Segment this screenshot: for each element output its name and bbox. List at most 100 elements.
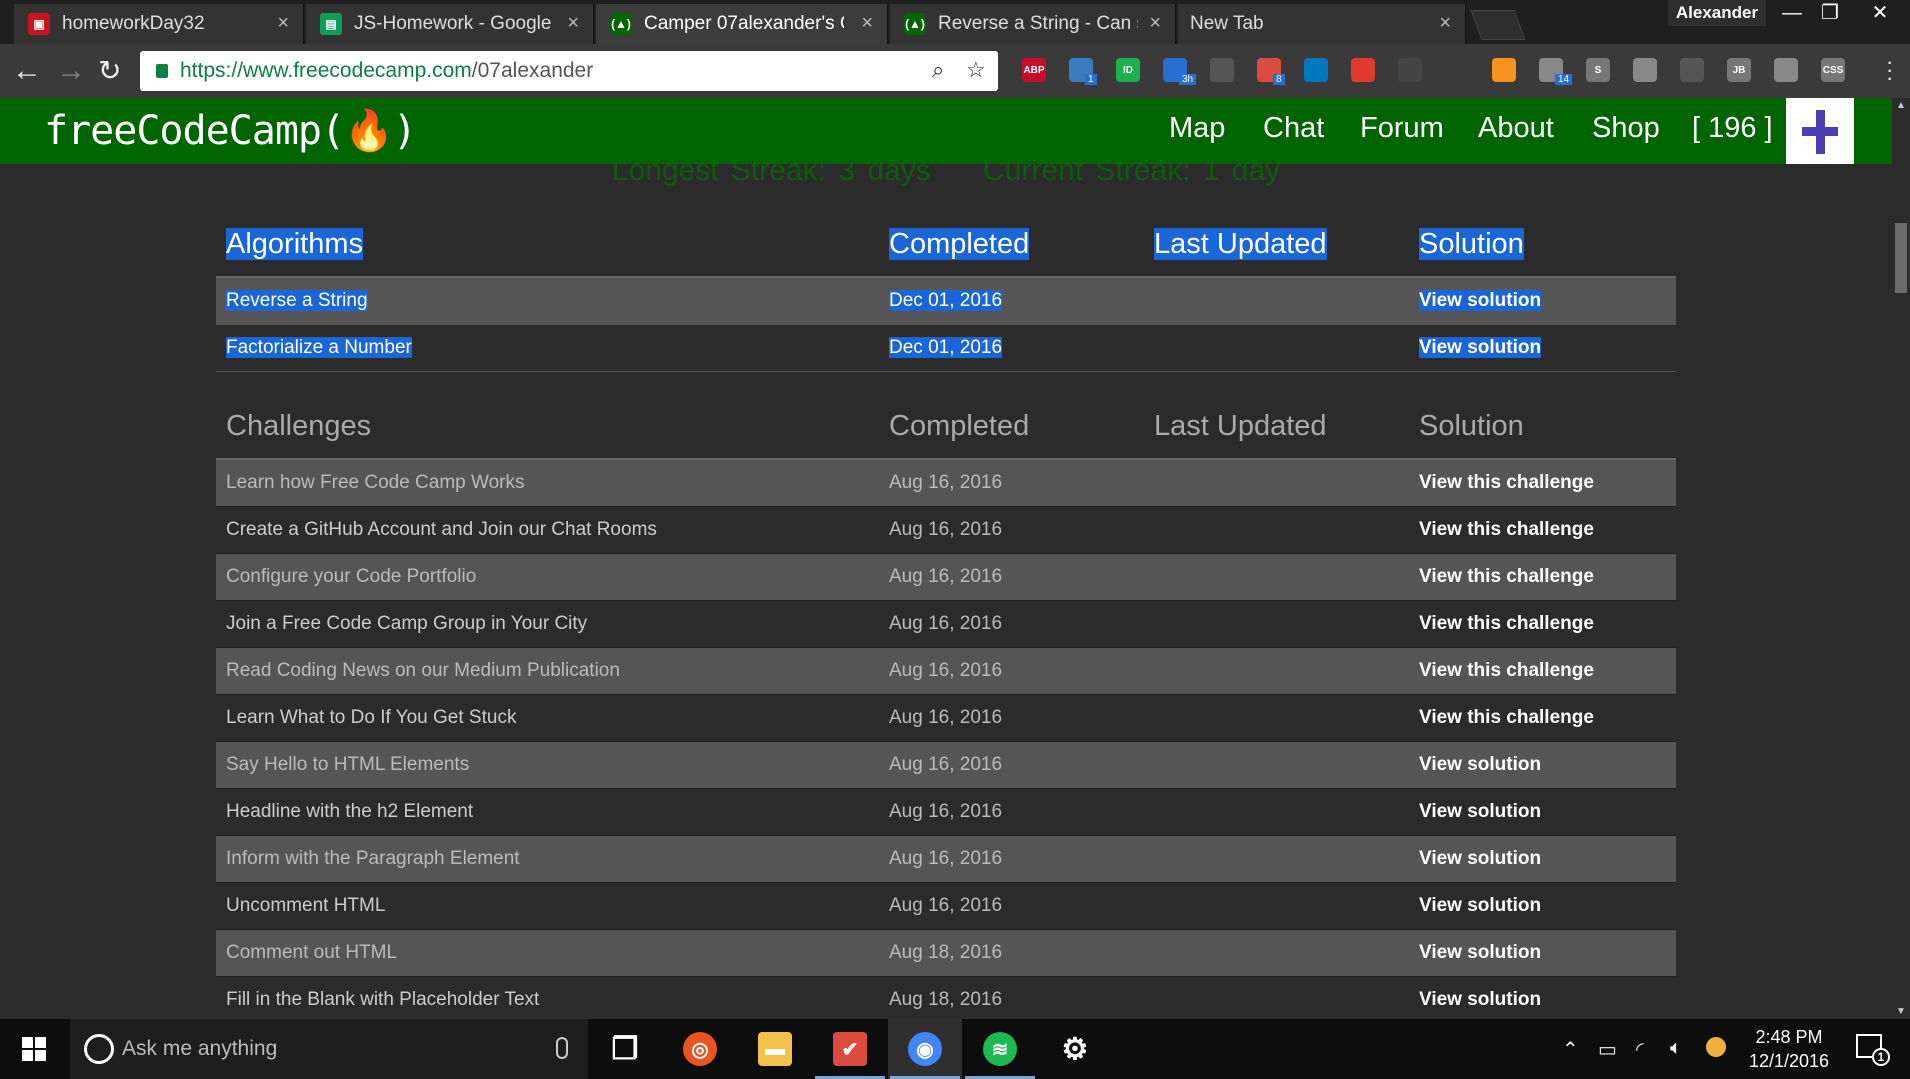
row-solution-link[interactable]: View this challenge <box>1419 472 1594 494</box>
volume-icon[interactable]: 🔈︎ <box>1670 1037 1682 1060</box>
row-solution-link[interactable]: View solution <box>1419 290 1542 312</box>
close-icon[interactable]: × <box>1439 12 1451 35</box>
close-icon[interactable]: × <box>1149 12 1161 35</box>
css-icon[interactable]: CSS <box>1821 58 1845 82</box>
cortana-search[interactable] <box>70 1019 588 1079</box>
nav-about[interactable]: About <box>1478 112 1554 145</box>
row-solution-link[interactable]: View this challenge <box>1419 613 1594 635</box>
microphone-icon[interactable] <box>556 1037 568 1059</box>
close-icon[interactable]: × <box>861 12 873 35</box>
tab-2[interactable]: (▲) Camper 07alexander's Co × <box>596 4 888 44</box>
lock-icon <box>156 64 168 78</box>
row-solution-link[interactable]: View solution <box>1419 848 1541 870</box>
row-solution-link[interactable]: View this challenge <box>1419 519 1594 541</box>
reload-icon[interactable]: ↻ <box>98 54 121 88</box>
close-icon[interactable]: × <box>277 12 289 35</box>
chevron-up-icon[interactable]: ⌃ <box>1562 1037 1579 1062</box>
row-name: Say Hello to HTML Elements <box>226 754 470 775</box>
clock[interactable]: 2:48 PM 12/1/2016 <box>1734 1025 1844 1073</box>
jb-icon[interactable]: JB <box>1727 58 1751 82</box>
play-ext-icon[interactable] <box>1492 58 1516 82</box>
ubuntu-taskbar-button[interactable]: ◎ <box>663 1019 737 1079</box>
nav-chat[interactable]: Chat <box>1263 112 1324 145</box>
row-completed-text: Dec 01, 2016 <box>889 337 1003 358</box>
row-solution-link[interactable]: View solution <box>1419 801 1541 823</box>
scroll-down-icon[interactable]: ▼ <box>1896 1006 1906 1017</box>
tab-4[interactable]: New Tab × <box>1178 4 1466 44</box>
header-completed: Completed <box>889 410 1030 442</box>
cast-screen-icon[interactable] <box>1445 58 1469 82</box>
page-scrollbar[interactable]: ▲ ▼ <box>1892 98 1910 1019</box>
nav-map[interactable]: Map <box>1169 112 1225 145</box>
forward-icon[interactable]: → <box>56 54 86 88</box>
tab-3[interactable]: (▲) Reverse a String - Can so × <box>890 4 1176 44</box>
header-solution: Solution <box>1419 410 1524 442</box>
close-icon[interactable]: × <box>567 12 579 35</box>
puzzle-icon[interactable] <box>1633 58 1657 82</box>
notification-count: 1 <box>1872 1048 1890 1066</box>
tab-label: Camper 07alexander's Co <box>644 13 844 34</box>
row-solution-link[interactable]: View this challenge <box>1419 566 1594 588</box>
menu-icon[interactable]: · · · <box>1886 51 1893 89</box>
settings-taskbar-button[interactable]: ⚙ <box>1038 1019 1112 1079</box>
profile-button[interactable]: Alexander <box>1668 0 1766 26</box>
row-name: Read Coding News on our Medium Publicati… <box>226 660 620 681</box>
header-last-updated: Last Updated <box>1154 228 1327 260</box>
tab-0[interactable]: ▣ homeworkDay32 × <box>14 4 304 44</box>
restore-icon[interactable]: ❐ <box>1810 0 1850 26</box>
nav-forum[interactable]: Forum <box>1360 112 1444 145</box>
row-solution-link[interactable]: View solution <box>1419 337 1542 359</box>
scrollbar-thumb[interactable] <box>1895 223 1907 293</box>
address-bar[interactable]: https://www.freecodecamp.com/07alexander… <box>140 51 998 91</box>
file-explorer-taskbar-button[interactable]: ▬ <box>738 1019 812 1079</box>
search-input[interactable] <box>122 1037 522 1061</box>
row-solution-link[interactable]: View solution <box>1419 989 1541 1011</box>
new-tab-button[interactable] <box>1470 10 1526 40</box>
points-count[interactable]: [ 196 ] <box>1692 112 1773 145</box>
star-ext-icon[interactable] <box>1351 58 1375 82</box>
row-completed: Dec 01, 2016 <box>889 290 1003 312</box>
clock-time: 2:48 PM <box>1755 1027 1823 1047</box>
trello-icon[interactable] <box>1304 58 1328 82</box>
spotify-taskbar-button[interactable]: ≋ <box>963 1019 1037 1079</box>
drive-icon[interactable] <box>1774 58 1798 82</box>
notification-icon[interactable]: 1 <box>1856 1034 1890 1066</box>
row-solution-link[interactable]: View this challenge <box>1419 660 1594 682</box>
wifi-icon[interactable]: ◜ <box>1636 1037 1644 1062</box>
todoist-app-taskbar-button[interactable]: ✔ <box>813 1019 887 1079</box>
windows-start-icon[interactable] <box>22 1037 46 1061</box>
row-solution-link[interactable]: View this challenge <box>1419 707 1594 729</box>
task-view-icon: ❐ <box>611 1032 639 1066</box>
battery-icon[interactable]: ▭ <box>1598 1037 1617 1062</box>
close-window-icon[interactable]: ✕ <box>1860 0 1900 26</box>
row-solution-link[interactable]: View solution <box>1419 754 1541 776</box>
plus-icon[interactable] <box>1786 98 1854 164</box>
chrome-taskbar-button[interactable]: ◉ <box>888 1019 962 1079</box>
bookmark-star-icon[interactable]: ☆ <box>966 57 986 83</box>
s-ext-icon[interactable]: S <box>1586 58 1610 82</box>
adblock-plus-icon[interactable]: ABP <box>1022 58 1046 82</box>
zoom-icon[interactable]: ⌕ <box>932 57 944 83</box>
weather-icon[interactable] <box>1706 1037 1726 1057</box>
tab-label: Reverse a String - Can so <box>938 13 1138 34</box>
cast-icon[interactable] <box>1680 58 1704 82</box>
bulb-icon[interactable] <box>1210 58 1234 82</box>
tab-1[interactable]: ▤ JS-Homework - Google S × <box>306 4 594 44</box>
minimize-icon[interactable]: — <box>1772 0 1812 26</box>
row-solution-link[interactable]: View solution <box>1419 895 1541 917</box>
site-navbar: freeCodeCamp(🔥) Map Chat Forum About Sho… <box>0 98 1892 164</box>
table-row: Uncomment HTML Aug 16, 2016 View solution <box>216 883 1676 930</box>
nav-shop[interactable]: Shop <box>1592 112 1660 145</box>
table-row: Fill in the Blank with Placeholder Text A… <box>216 977 1676 1019</box>
task-view-taskbar-button[interactable]: ❐ <box>588 1019 662 1079</box>
extension-badge: 8 <box>1273 74 1285 85</box>
record-icon[interactable] <box>1398 58 1422 82</box>
extension-badge: 14 <box>1555 74 1573 85</box>
fcc-icon: (▲) <box>610 13 632 35</box>
id-icon[interactable]: ID <box>1116 58 1140 82</box>
fcc-logo[interactable]: freeCodeCamp(🔥) <box>44 107 417 154</box>
row-solution-link[interactable]: View solution <box>1419 942 1541 964</box>
row-completed: Aug 16, 2016 <box>889 707 1003 728</box>
scroll-up-icon[interactable]: ▲ <box>1896 100 1906 111</box>
back-icon[interactable]: ← <box>12 54 42 88</box>
